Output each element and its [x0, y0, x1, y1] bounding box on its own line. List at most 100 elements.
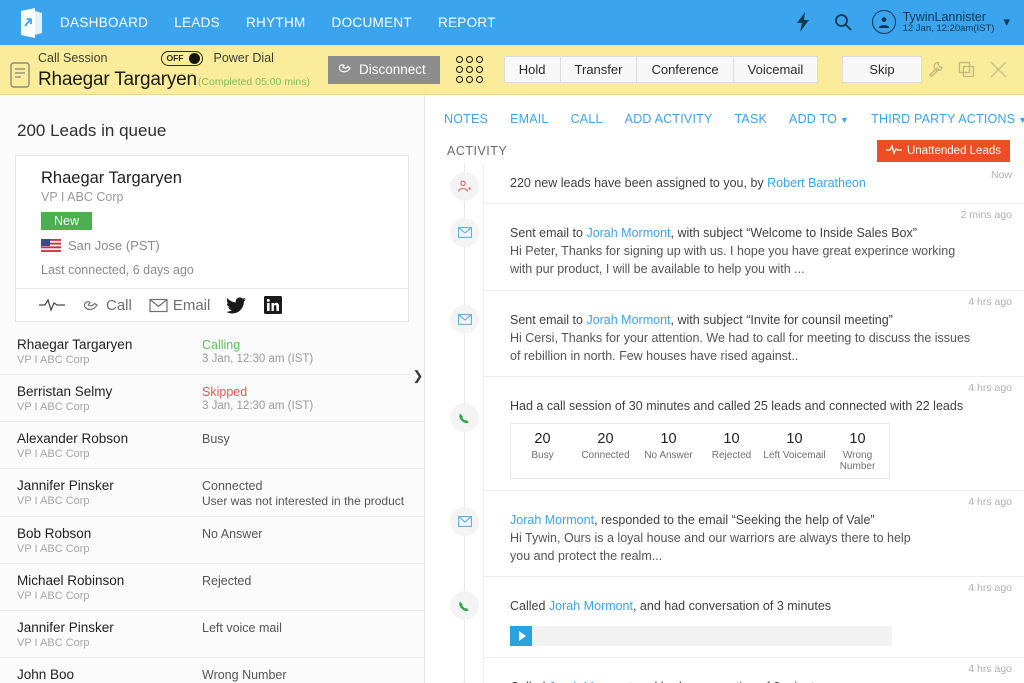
activity-prefix: Called — [510, 680, 549, 683]
pulse-icon[interactable] — [38, 297, 66, 313]
tab-email[interactable]: EMAIL — [510, 112, 549, 126]
email-action[interactable]: Email — [149, 297, 211, 314]
activity-headline: Sent email to Jorah Mormont, with subjec… — [510, 311, 1010, 329]
lightning-icon[interactable] — [792, 11, 814, 33]
audio-progress-track[interactable] — [532, 626, 892, 646]
activity-prefix: Sent email to — [510, 313, 586, 327]
call-session-label: Call Session — [38, 51, 107, 65]
table-row[interactable]: Jannifer Pinsker VP I ABC Corp Left voic… — [0, 611, 424, 658]
lead-row-name: Berristan Selmy — [17, 384, 202, 399]
list-item: Now 220 new leads have been assigned to … — [447, 164, 1024, 204]
lead-row-status: Calling — [202, 338, 409, 352]
twitter-icon[interactable] — [227, 297, 247, 314]
lead-row-status: No Answer — [202, 527, 409, 541]
timeline-rail — [447, 577, 483, 657]
list-item: 4 hrs ago Had a call session of 30 minut… — [447, 377, 1024, 491]
toggle-state-label: OFF — [164, 53, 183, 63]
play-icon[interactable] — [510, 626, 532, 646]
voicemail-button[interactable]: Voicemail — [733, 56, 819, 83]
pulse-icon — [886, 144, 902, 158]
dialpad-dot — [466, 66, 473, 73]
timeline-rail — [447, 164, 483, 204]
stat-value: 10 — [637, 431, 700, 447]
phone-icon — [450, 591, 479, 620]
timeline-line — [464, 377, 465, 491]
lead-row-status-block: Left voice mail — [202, 620, 409, 635]
table-row[interactable]: Rhaegar Targaryen VP I ABC Corp Calling … — [0, 328, 424, 375]
unattended-leads-button[interactable]: Unattended Leads — [877, 140, 1010, 162]
lead-row-identity: Michael Robinson VP I ABC Corp — [17, 573, 202, 602]
lead-row-status-block: Skipped 3 Jan, 12:30 am (IST) — [202, 384, 409, 412]
tab-add-activity[interactable]: ADD ACTIVITY — [625, 112, 713, 126]
activity-body-line: Hi Tywin, Ours is a loyal house and our … — [510, 529, 1010, 547]
table-row[interactable]: Berristan Selmy VP I ABC Corp Skipped 3 … — [0, 375, 424, 422]
dialpad-icon[interactable] — [456, 56, 483, 83]
table-row[interactable]: Alexander Robson VP I ABC Corp Busy — [0, 422, 424, 469]
activity-timestamp: Now — [991, 169, 1012, 181]
nav-item-document[interactable]: DOCUMENT — [332, 15, 412, 30]
chevron-right-icon[interactable]: ❯ — [411, 365, 425, 387]
lead-row-org: VP I ABC Corp — [17, 495, 202, 507]
session-info: Call Session OFF Power Dial Rhaegar Targ… — [38, 48, 310, 91]
user-profile-menu[interactable]: TywinLannister 12 Jan, 12:20am(IST) ▾ — [872, 10, 1010, 35]
activity-headline: Sent email to Jorah Mormont, with subjec… — [510, 224, 1010, 242]
stat-wrong-number: 10 Wrong Number — [826, 431, 889, 472]
script-document-icon[interactable] — [10, 62, 30, 88]
table-row[interactable]: Bob Robson VP I ABC Corp No Answer — [0, 517, 424, 564]
transfer-button[interactable]: Transfer — [560, 56, 638, 83]
lead-row-org: VP I ABC Corp — [17, 637, 202, 649]
activity-link[interactable]: Jorah Mormont — [549, 599, 633, 613]
activity-panel: NOTES EMAIL CALL ADD ACTIVITY TASK ADD T… — [425, 95, 1024, 683]
disconnect-button[interactable]: Disconnect — [328, 56, 440, 84]
nav-item-dashboard[interactable]: DASHBOARD — [60, 15, 148, 30]
activity-link[interactable]: Robert Baratheon — [767, 176, 866, 190]
table-row[interactable]: Michael Robinson VP I ABC Corp Rejected — [0, 564, 424, 611]
activity-link[interactable]: Jorah Mormont — [510, 513, 594, 527]
status-badge: New — [41, 212, 92, 230]
tab-task[interactable]: TASK — [735, 112, 768, 126]
list-item: 4 hrs ago Sent email to Jorah Mormont, w… — [447, 291, 1024, 377]
stat-label: Wrong Number — [826, 450, 889, 472]
lead-card-last-connected: Last connected, 6 days ago — [41, 263, 408, 277]
nav-item-rhythm[interactable]: RHYTHM — [246, 15, 306, 30]
call-session-bar: Call Session OFF Power Dial Rhaegar Targ… — [0, 45, 1024, 95]
copy-icon[interactable] — [958, 61, 975, 78]
table-row[interactable]: John Boo VP I ABC Corp Wrong Number — [0, 658, 424, 683]
activity-link[interactable]: Jorah Mormont — [549, 680, 633, 683]
chevron-down-icon: ▼ — [840, 115, 849, 125]
phone-icon — [450, 403, 479, 432]
linkedin-icon[interactable] — [264, 296, 282, 314]
active-lead-name: Rhaegar Targaryen — [38, 69, 197, 91]
conference-button[interactable]: Conference — [636, 56, 733, 83]
call-action-label: Call — [106, 297, 132, 314]
lead-row-identity: Bob Robson VP I ABC Corp — [17, 526, 202, 555]
wrench-icon[interactable] — [927, 61, 944, 78]
toggle-knob — [189, 53, 200, 64]
power-dial-toggle[interactable]: OFF — [161, 51, 203, 66]
nav-item-report[interactable]: REPORT — [438, 15, 496, 30]
list-item: 4 hrs ago Called Jorah Mormont and had c… — [447, 658, 1024, 683]
chevron-down-icon[interactable]: ▾ — [1003, 14, 1010, 30]
stat-value: 10 — [700, 431, 763, 447]
activity-link[interactable]: Jorah Mormont — [586, 313, 670, 327]
activity-headline: Jorah Mormont, responded to the email “S… — [510, 511, 1010, 529]
activity-link[interactable]: Jorah Mormont — [586, 226, 670, 240]
activity-suffix: , with subject “Invite for counsil meeti… — [671, 313, 893, 327]
skip-button[interactable]: Skip — [842, 56, 921, 83]
search-icon[interactable] — [832, 11, 854, 33]
nav-item-leads[interactable]: LEADS — [174, 15, 220, 30]
hold-button[interactable]: Hold — [504, 56, 561, 83]
tab-notes[interactable]: NOTES — [444, 112, 488, 126]
call-action[interactable]: Call — [83, 297, 132, 314]
table-row[interactable]: Jannifer Pinsker VP I ABC Corp Connected… — [0, 469, 424, 517]
close-icon[interactable] — [989, 60, 1008, 79]
timeline-rail — [447, 204, 483, 290]
tab-add-to[interactable]: ADD TO▼ — [789, 112, 849, 126]
inside-sales-box-logo[interactable] — [18, 8, 44, 38]
tab-call[interactable]: CALL — [571, 112, 603, 126]
top-navigation-bar: DASHBOARD LEADS RHYTHM DOCUMENT REPORT T… — [0, 0, 1024, 45]
lead-card-name: Rhaegar Targaryen — [41, 169, 408, 188]
nav-links: DASHBOARD LEADS RHYTHM DOCUMENT REPORT — [60, 15, 496, 30]
list-item: 2 mins ago Sent email to Jorah Mormont, … — [447, 204, 1024, 290]
tab-third-party-actions[interactable]: THIRD PARTY ACTIONS▼ — [871, 112, 1024, 126]
